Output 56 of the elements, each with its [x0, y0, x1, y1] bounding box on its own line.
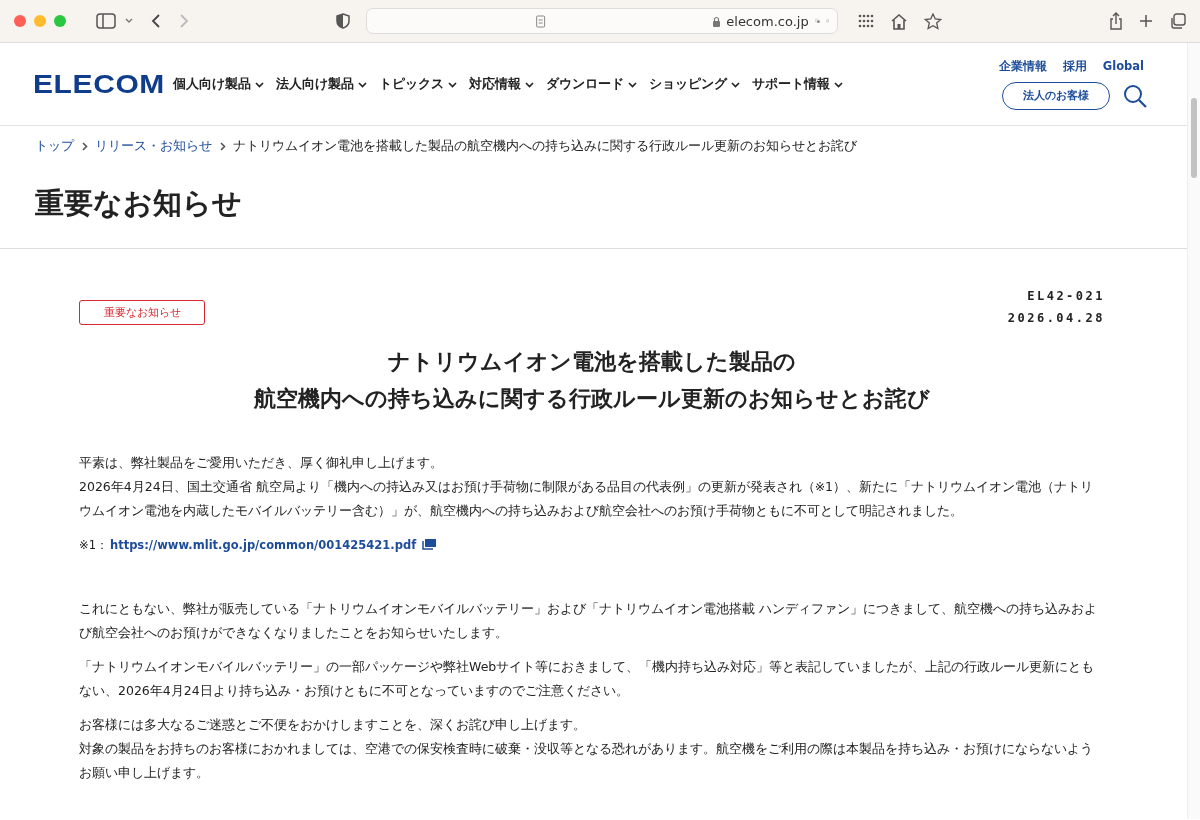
- nav-menu[interactable]: ダウンロード: [545, 75, 637, 93]
- body-text: 平素は、弊社製品をご愛用いただき、厚く御礼申し上げます。: [79, 453, 444, 472]
- release-date: 2026.04.28: [1007, 311, 1105, 325]
- star-icon[interactable]: [924, 12, 942, 30]
- breadcrumb-link[interactable]: トップ: [35, 137, 74, 155]
- logo[interactable]: ELECOM: [33, 69, 165, 99]
- caret-icon: [833, 79, 843, 89]
- caret-icon: [524, 79, 534, 89]
- sidebar-icon[interactable]: [96, 13, 116, 29]
- caret-icon: [627, 79, 637, 89]
- caret-icon: [447, 79, 457, 89]
- header-link[interactable]: 採用: [1062, 58, 1087, 74]
- back-icon[interactable]: [150, 13, 162, 29]
- article-headline: 航空機内への持ち込みに関する行政ルール更新のお知らせとお詫び: [254, 384, 930, 413]
- header-link[interactable]: Global: [1102, 58, 1144, 74]
- body-text: 2026年4月24日、国土交通省 航空局より「機内への持込み又はお預け手荷物に制限がある品目の代表例」の更新が発表され（※1）、新たに「ナトリウムイオン電池（ナトリウムイオン電池を内蔵したモバイルバッテリー含む）」が、航空機内への持ち込みおよび航空会社へのお預け手荷物ともに不可として明記されました。: [79, 477, 1095, 520]
- chevron-right-icon: [218, 141, 227, 151]
- body-text: お客様には多大なるご迷惑とご不便をおかけしますことを、深くお詫び申し上げます。: [79, 715, 587, 734]
- external-window-icon[interactable]: [422, 539, 437, 551]
- article-headline: ナトリウムイオン電池を搭載した製品の: [388, 348, 796, 376]
- nav-menu[interactable]: 法人向け製品: [275, 75, 367, 93]
- share-icon[interactable]: [1109, 12, 1123, 30]
- shield-icon[interactable]: [336, 13, 350, 29]
- forward-icon: [178, 13, 190, 29]
- search-icon[interactable]: [1122, 82, 1148, 109]
- scrollbar-thumb[interactable]: [1191, 98, 1197, 178]
- header-link[interactable]: 企業情報: [998, 58, 1047, 74]
- address-bar[interactable]: elecom.co.jp: [366, 8, 838, 34]
- address-text: elecom.co.jp: [726, 13, 809, 29]
- nav-menu[interactable]: 個人向け製品: [172, 75, 264, 93]
- chevron-down-icon[interactable]: [124, 17, 134, 25]
- scrollbar[interactable]: [1187, 43, 1200, 819]
- body-text: これにともない、弊社が販売している「ナトリウムイオンモバイルバッテリー」および「ナトリウムイオン電池搭載 ハンディファン」につきまして、航空機への持ち込みおよび航空会社へのお預けができなくなりましたことをお知らせいたします。: [79, 599, 1098, 642]
- nav-menu[interactable]: サポート情報: [751, 75, 843, 93]
- caret-icon: [357, 79, 367, 89]
- new-tab-icon[interactable]: [1139, 14, 1153, 28]
- home-icon[interactable]: [890, 12, 908, 30]
- document-code: EL42-021: [1027, 289, 1105, 303]
- body-text: 「ナトリウムイオンモバイルバッテリー」の一部パッケージや弊社Webサイト等におきまして、「機内持ち込み対応」等と表記していましたが、上記の行政ルール更新にともない、2026年4月24日より持ち込み・お預けともに不可となっていますのでご注意ください。: [79, 657, 1096, 700]
- nav-menu[interactable]: トピックス: [378, 75, 457, 93]
- caret-icon: [254, 79, 264, 89]
- notice-tag: 重要なお知らせ: [79, 300, 205, 325]
- tabs-overview-icon[interactable]: [1169, 12, 1186, 30]
- body-text: 対象の製品をお持ちのお客様におかれましては、空港での保安検査時に破棄・没収等となる恐れがあります。航空機をご利用の際は本製品を持ち込み・お預けにならないようお願い申し上げます。: [79, 739, 1094, 782]
- breadcrumb-current: ナトリウムイオン電池を搭載した製品の航空機内への持ち込みに関する行政ルール更新のお知らせとお詫び: [233, 137, 857, 155]
- nav-menu[interactable]: ショッピング: [648, 75, 740, 93]
- grid-icon[interactable]: [858, 13, 874, 29]
- lock-icon: [712, 15, 722, 27]
- corporate-customers-button[interactable]: 法人のお客様: [1002, 81, 1110, 110]
- close-window-icon[interactable]: [14, 15, 26, 27]
- caret-icon: [730, 79, 740, 89]
- chevron-right-icon: [80, 141, 89, 151]
- footnote-label: ※1：: [79, 536, 108, 554]
- nav-menu[interactable]: 対応情報: [468, 75, 534, 93]
- breadcrumb-link[interactable]: リリース・お知らせ: [95, 137, 212, 155]
- pdf-link[interactable]: https://www.mlit.go.jp/common/001425421.pdf: [109, 532, 417, 557]
